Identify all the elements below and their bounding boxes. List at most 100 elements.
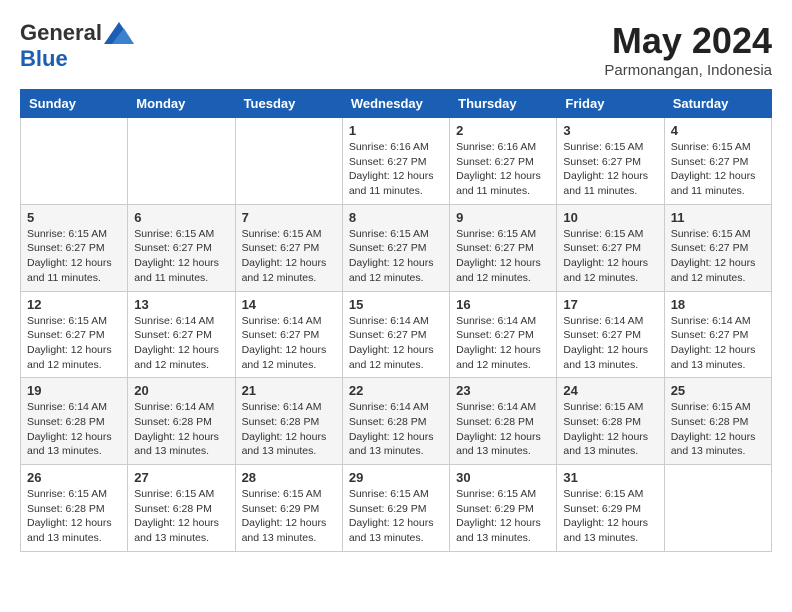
day-number: 3 <box>563 123 657 138</box>
day-number: 31 <box>563 470 657 485</box>
day-info: Sunrise: 6:15 AM Sunset: 6:27 PM Dayligh… <box>456 227 550 286</box>
day-number: 16 <box>456 297 550 312</box>
day-cell-10: 10Sunrise: 6:15 AM Sunset: 6:27 PM Dayli… <box>557 204 664 291</box>
day-number: 14 <box>242 297 336 312</box>
day-info: Sunrise: 6:16 AM Sunset: 6:27 PM Dayligh… <box>456 140 550 199</box>
day-cell-7: 7Sunrise: 6:15 AM Sunset: 6:27 PM Daylig… <box>235 204 342 291</box>
day-cell-3: 3 Sunrise: 6:15 AM Sunset: 6:27 PM Daylig… <box>557 118 664 205</box>
day-cell-5: 5 Sunrise: 6:15 AM Sunset: 6:27 PM Daylig… <box>21 204 128 291</box>
day-info: Sunrise: 6:14 AM Sunset: 6:28 PM Dayligh… <box>242 400 336 459</box>
day-number: 11 <box>671 210 765 225</box>
week-row-1: 1 Sunrise: 6:16 AM Sunset: 6:27 PM Daylig… <box>21 118 772 205</box>
day-cell-1: 1 Sunrise: 6:16 AM Sunset: 6:27 PM Daylig… <box>342 118 449 205</box>
day-cell-19: 19Sunrise: 6:14 AM Sunset: 6:28 PM Dayli… <box>21 378 128 465</box>
day-number: 6 <box>134 210 228 225</box>
day-number: 20 <box>134 383 228 398</box>
day-number: 23 <box>456 383 550 398</box>
day-info: Sunrise: 6:16 AM Sunset: 6:27 PM Dayligh… <box>349 140 443 199</box>
day-cell-28: 28Sunrise: 6:15 AM Sunset: 6:29 PM Dayli… <box>235 465 342 552</box>
day-cell-14: 14Sunrise: 6:14 AM Sunset: 6:27 PM Dayli… <box>235 291 342 378</box>
day-info: Sunrise: 6:14 AM Sunset: 6:27 PM Dayligh… <box>671 314 765 373</box>
day-info: Sunrise: 6:14 AM Sunset: 6:27 PM Dayligh… <box>134 314 228 373</box>
day-number: 24 <box>563 383 657 398</box>
day-number: 5 <box>27 210 121 225</box>
day-info: Sunrise: 6:15 AM Sunset: 6:29 PM Dayligh… <box>349 487 443 546</box>
title-block: May 2024 Parmonangan, Indonesia <box>604 20 772 79</box>
day-cell-26: 26 Sunrise: 6:15 AM Sunset: 6:28 PM Dayli… <box>21 465 128 552</box>
empty-cell <box>21 118 128 205</box>
day-cell-12: 12 Sunrise: 6:15 AM Sunset: 6:27 PM Dayli… <box>21 291 128 378</box>
day-info: Sunrise: 6:14 AM Sunset: 6:28 PM Dayligh… <box>134 400 228 459</box>
day-cell-29: 29 Sunrise: 6:15 AM Sunset: 6:29 PM Dayli… <box>342 465 449 552</box>
day-number: 22 <box>349 383 443 398</box>
day-number: 30 <box>456 470 550 485</box>
logo-general: General <box>20 20 102 46</box>
day-info: Sunrise: 6:15 AM Sunset: 6:27 PM Dayligh… <box>563 140 657 199</box>
day-cell-6: 6Sunrise: 6:15 AM Sunset: 6:27 PM Daylig… <box>128 204 235 291</box>
day-number: 28 <box>242 470 336 485</box>
day-cell-11: 11 Sunrise: 6:15 AM Sunset: 6:27 PM Dayli… <box>664 204 771 291</box>
day-number: 27 <box>134 470 228 485</box>
day-cell-15: 15 Sunrise: 6:14 AM Sunset: 6:27 PM Dayli… <box>342 291 449 378</box>
day-number: 10 <box>563 210 657 225</box>
day-cell-27: 27 Sunrise: 6:15 AM Sunset: 6:28 PM Dayli… <box>128 465 235 552</box>
day-number: 1 <box>349 123 443 138</box>
location: Parmonangan, Indonesia <box>604 62 772 79</box>
day-cell-8: 8 Sunrise: 6:15 AM Sunset: 6:27 PM Daylig… <box>342 204 449 291</box>
empty-cell <box>235 118 342 205</box>
day-cell-24: 24 Sunrise: 6:15 AM Sunset: 6:28 PM Dayli… <box>557 378 664 465</box>
day-number: 2 <box>456 123 550 138</box>
day-number: 18 <box>671 297 765 312</box>
day-number: 4 <box>671 123 765 138</box>
header-row: SundayMondayTuesdayWednesdayThursdayFrid… <box>21 90 772 118</box>
day-cell-18: 18 Sunrise: 6:14 AM Sunset: 6:27 PM Dayli… <box>664 291 771 378</box>
day-cell-22: 22 Sunrise: 6:14 AM Sunset: 6:28 PM Dayli… <box>342 378 449 465</box>
day-cell-30: 30Sunrise: 6:15 AM Sunset: 6:29 PM Dayli… <box>450 465 557 552</box>
col-header-monday: Monday <box>128 90 235 118</box>
day-number: 8 <box>349 210 443 225</box>
day-cell-20: 20 Sunrise: 6:14 AM Sunset: 6:28 PM Dayli… <box>128 378 235 465</box>
empty-cell <box>664 465 771 552</box>
day-info: Sunrise: 6:15 AM Sunset: 6:28 PM Dayligh… <box>563 400 657 459</box>
week-row-3: 12 Sunrise: 6:15 AM Sunset: 6:27 PM Dayli… <box>21 291 772 378</box>
day-info: Sunrise: 6:15 AM Sunset: 6:28 PM Dayligh… <box>134 487 228 546</box>
day-cell-31: 31Sunrise: 6:15 AM Sunset: 6:29 PM Dayli… <box>557 465 664 552</box>
day-info: Sunrise: 6:15 AM Sunset: 6:27 PM Dayligh… <box>27 227 121 286</box>
day-number: 26 <box>27 470 121 485</box>
day-info: Sunrise: 6:15 AM Sunset: 6:28 PM Dayligh… <box>27 487 121 546</box>
logo-icon <box>104 22 134 44</box>
logo: General Blue <box>20 20 134 72</box>
day-number: 12 <box>27 297 121 312</box>
day-number: 19 <box>27 383 121 398</box>
day-number: 21 <box>242 383 336 398</box>
day-cell-16: 16Sunrise: 6:14 AM Sunset: 6:27 PM Dayli… <box>450 291 557 378</box>
day-info: Sunrise: 6:15 AM Sunset: 6:27 PM Dayligh… <box>671 227 765 286</box>
week-row-5: 26 Sunrise: 6:15 AM Sunset: 6:28 PM Dayli… <box>21 465 772 552</box>
day-info: Sunrise: 6:14 AM Sunset: 6:28 PM Dayligh… <box>456 400 550 459</box>
col-header-sunday: Sunday <box>21 90 128 118</box>
day-number: 15 <box>349 297 443 312</box>
day-info: Sunrise: 6:15 AM Sunset: 6:27 PM Dayligh… <box>27 314 121 373</box>
day-info: Sunrise: 6:14 AM Sunset: 6:27 PM Dayligh… <box>563 314 657 373</box>
week-row-2: 5 Sunrise: 6:15 AM Sunset: 6:27 PM Daylig… <box>21 204 772 291</box>
day-number: 9 <box>456 210 550 225</box>
col-header-friday: Friday <box>557 90 664 118</box>
month-year: May 2024 <box>604 20 772 62</box>
day-cell-9: 9 Sunrise: 6:15 AM Sunset: 6:27 PM Daylig… <box>450 204 557 291</box>
day-number: 13 <box>134 297 228 312</box>
col-header-tuesday: Tuesday <box>235 90 342 118</box>
day-cell-2: 2 Sunrise: 6:16 AM Sunset: 6:27 PM Daylig… <box>450 118 557 205</box>
day-number: 17 <box>563 297 657 312</box>
day-info: Sunrise: 6:15 AM Sunset: 6:28 PM Dayligh… <box>671 400 765 459</box>
day-cell-13: 13 Sunrise: 6:14 AM Sunset: 6:27 PM Dayli… <box>128 291 235 378</box>
day-info: Sunrise: 6:15 AM Sunset: 6:27 PM Dayligh… <box>671 140 765 199</box>
calendar: SundayMondayTuesdayWednesdayThursdayFrid… <box>20 89 772 552</box>
day-info: Sunrise: 6:15 AM Sunset: 6:27 PM Dayligh… <box>349 227 443 286</box>
day-number: 29 <box>349 470 443 485</box>
day-number: 25 <box>671 383 765 398</box>
day-cell-21: 21 Sunrise: 6:14 AM Sunset: 6:28 PM Dayli… <box>235 378 342 465</box>
day-info: Sunrise: 6:14 AM Sunset: 6:28 PM Dayligh… <box>349 400 443 459</box>
col-header-thursday: Thursday <box>450 90 557 118</box>
day-info: Sunrise: 6:14 AM Sunset: 6:27 PM Dayligh… <box>349 314 443 373</box>
day-cell-25: 25 Sunrise: 6:15 AM Sunset: 6:28 PM Dayli… <box>664 378 771 465</box>
